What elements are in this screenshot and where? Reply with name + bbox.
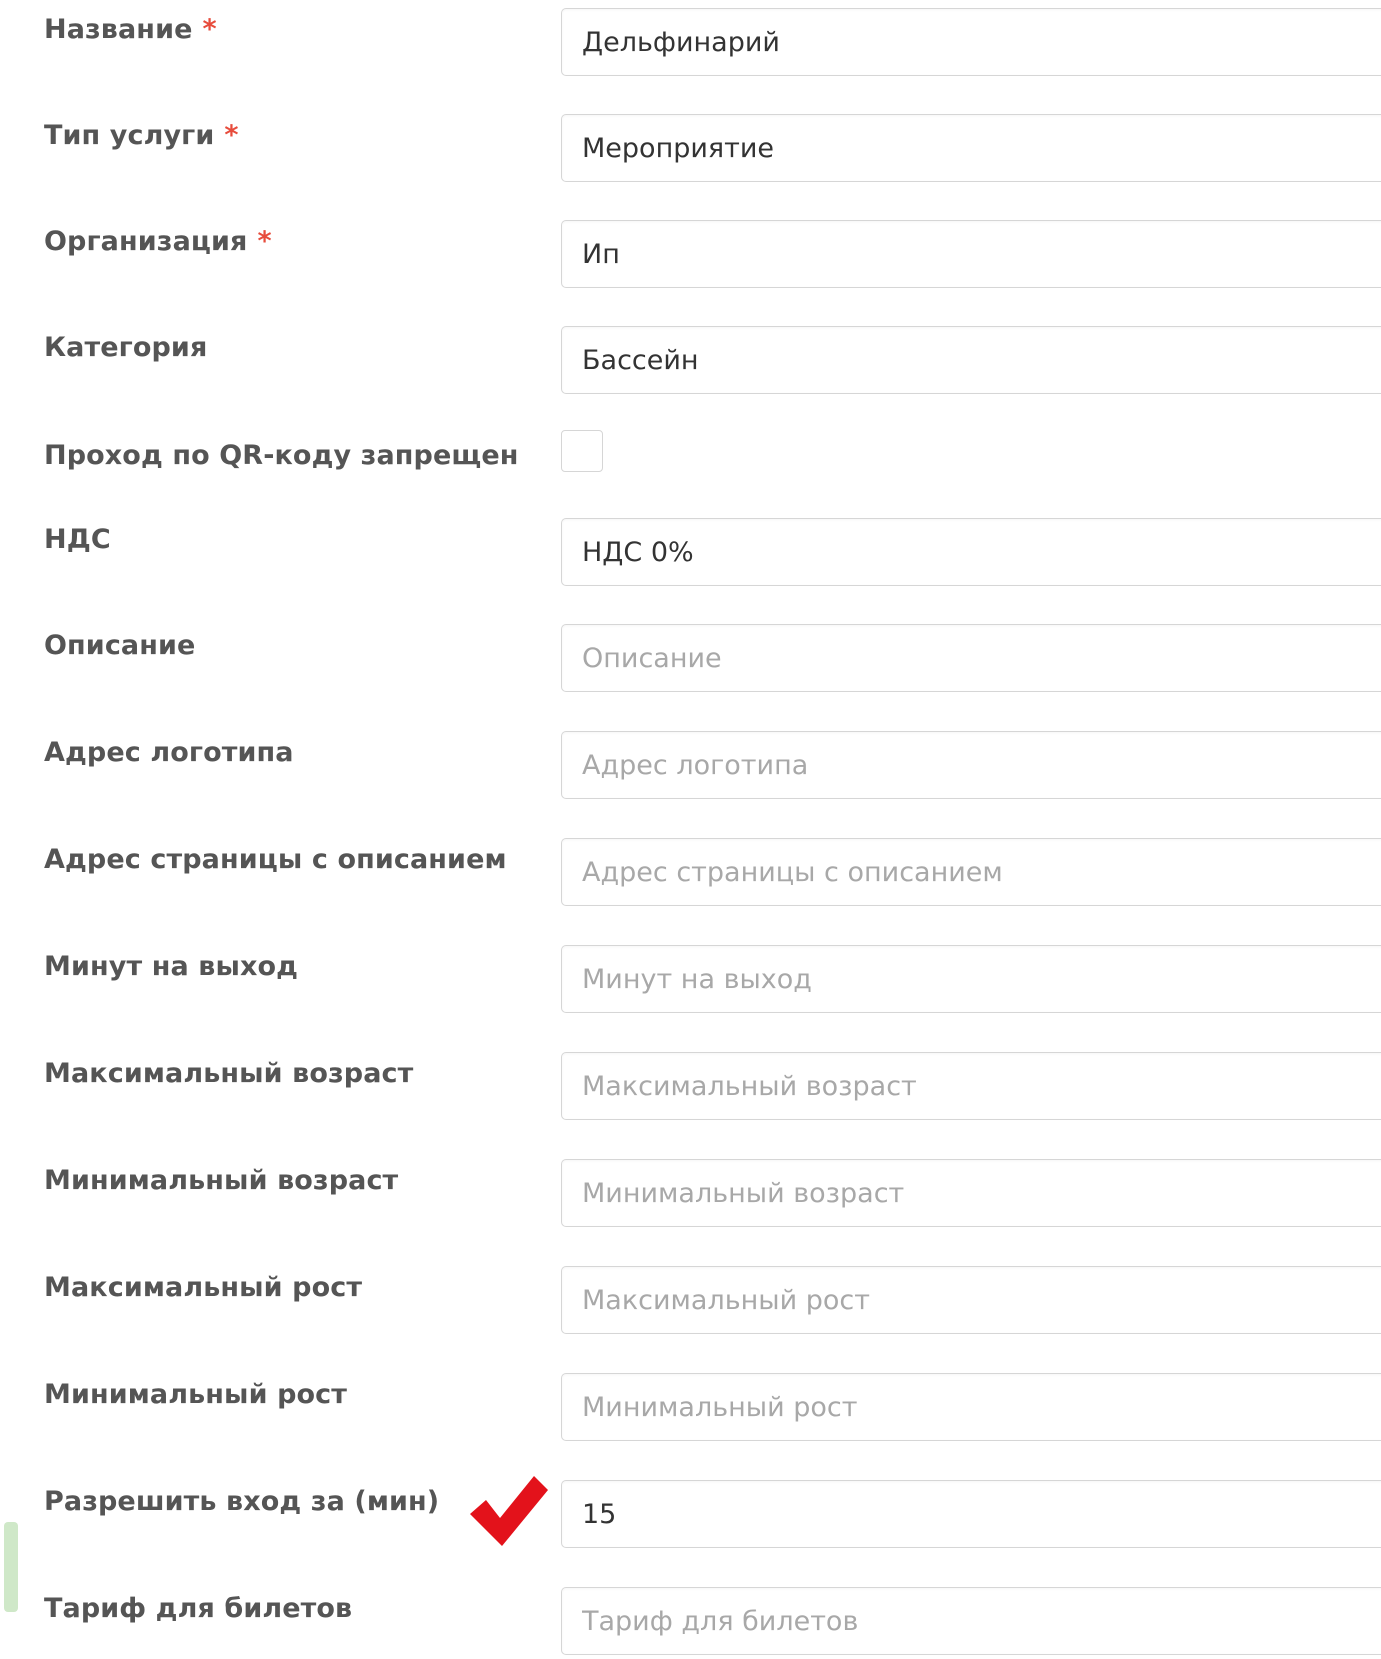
form-row-logo-url: Адрес логотипа — [0, 731, 1381, 803]
side-tab-edge — [4, 1522, 18, 1612]
minutes-per-exit-label: Минут на выход — [44, 951, 299, 982]
form-row-category: Категория — [0, 326, 1381, 398]
form-row-qr-forbidden: Проход по QR-коду запрещен — [0, 430, 1381, 502]
vat-field[interactable] — [561, 518, 1381, 586]
service-type-label: Тип услуги * — [44, 120, 239, 151]
description-field[interactable] — [561, 624, 1381, 692]
min-age-field[interactable] — [561, 1159, 1381, 1227]
form-row-description: Описание — [0, 624, 1381, 696]
max-age-field[interactable] — [561, 1052, 1381, 1120]
page-url-label: Адрес страницы с описанием — [44, 844, 507, 875]
min-height-label: Минимальный рост — [44, 1379, 348, 1410]
organization-field[interactable] — [561, 220, 1381, 288]
form-row-ticket-tariff: Тариф для билетов — [0, 1587, 1381, 1659]
category-field[interactable] — [561, 326, 1381, 394]
form-row-minutes-per-exit: Минут на выход — [0, 945, 1381, 1017]
form-row-vat: НДС — [0, 518, 1381, 590]
form-row-min-age: Минимальный возраст — [0, 1159, 1381, 1231]
required-mark: * — [202, 14, 217, 45]
form-row-max-height: Максимальный рост — [0, 1266, 1381, 1338]
min-height-field[interactable] — [561, 1373, 1381, 1441]
form-row-allow-entry-before: Разрешить вход за (мин) — [0, 1480, 1381, 1552]
ticket-tariff-label: Тариф для билетов — [44, 1593, 353, 1624]
category-label: Категория — [44, 332, 208, 363]
red-checkmark-icon — [470, 1476, 548, 1546]
allow-entry-before-field[interactable] — [561, 1480, 1381, 1548]
required-mark: * — [257, 226, 272, 257]
name-field[interactable] — [561, 8, 1381, 76]
form-row-max-age: Максимальный возраст — [0, 1052, 1381, 1124]
qr-forbidden-checkbox[interactable] — [561, 430, 603, 472]
qr-forbidden-label: Проход по QR-коду запрещен — [44, 440, 519, 471]
max-height-field[interactable] — [561, 1266, 1381, 1334]
description-label: Описание — [44, 630, 196, 661]
name-label: Название * — [44, 14, 217, 45]
form-row-min-height: Минимальный рост — [0, 1373, 1381, 1445]
required-mark: * — [224, 120, 239, 151]
form-row-name: Название * — [0, 8, 1381, 80]
max-age-label: Максимальный возраст — [44, 1058, 414, 1089]
logo-url-label: Адрес логотипа — [44, 737, 294, 768]
logo-url-field[interactable] — [561, 731, 1381, 799]
max-height-label: Максимальный рост — [44, 1272, 363, 1303]
form-row-organization: Организация * — [0, 220, 1381, 292]
allow-entry-before-label: Разрешить вход за (мин) — [44, 1486, 440, 1517]
vat-label: НДС — [44, 524, 111, 555]
service-type-field[interactable] — [561, 114, 1381, 182]
ticket-tariff-field[interactable] — [561, 1587, 1381, 1655]
page-url-field[interactable] — [561, 838, 1381, 906]
form-row-page-url: Адрес страницы с описанием — [0, 838, 1381, 910]
min-age-label: Минимальный возраст — [44, 1165, 399, 1196]
form-row-service-type: Тип услуги * — [0, 114, 1381, 186]
organization-label: Организация * — [44, 226, 272, 257]
minutes-per-exit-field[interactable] — [561, 945, 1381, 1013]
